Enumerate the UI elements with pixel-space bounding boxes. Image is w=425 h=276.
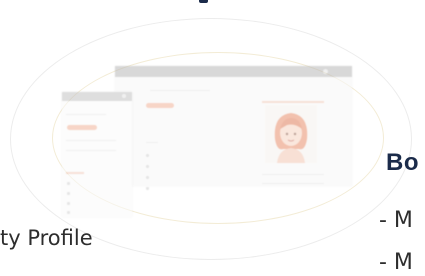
mockup-card-header	[262, 101, 324, 103]
mockup-side-window-titlebar	[62, 92, 132, 101]
mockup-side-line	[66, 140, 116, 141]
mockup-side-bullet	[67, 192, 70, 195]
woman-avatar-icon	[274, 113, 308, 163]
mockup-main-window-titlebar	[115, 66, 352, 77]
mockup-bullet	[146, 165, 149, 168]
list-item: - M	[379, 250, 413, 275]
mockup-bullet	[146, 176, 149, 179]
mockup-window-control-icon	[122, 94, 126, 98]
mockup-card-line	[262, 174, 324, 175]
mockup-side-line	[66, 114, 106, 115]
mockup-side-line	[66, 150, 116, 151]
mockup-card-line	[262, 183, 324, 184]
mockup-side-window	[62, 92, 132, 217]
mockup-main-button	[146, 103, 174, 108]
mockup-side-bullet	[67, 202, 70, 205]
mockup-side-bullet	[67, 211, 70, 214]
mockup-window-control-icon	[323, 69, 328, 74]
mockup-side-button	[67, 125, 97, 130]
mockup-profile-card	[265, 105, 317, 163]
mockup-bullet	[146, 187, 149, 190]
section-heading: Bo	[386, 149, 419, 176]
slide-caption: ty Profile	[0, 226, 93, 250]
mockup-main-subtitle-line	[150, 90, 210, 91]
mockup-section-label	[146, 142, 158, 143]
list-item: - M	[379, 208, 413, 233]
mockup-side-section-label	[66, 172, 84, 174]
mockup-side-bullet	[67, 182, 70, 185]
mockup-bullet	[146, 154, 149, 157]
